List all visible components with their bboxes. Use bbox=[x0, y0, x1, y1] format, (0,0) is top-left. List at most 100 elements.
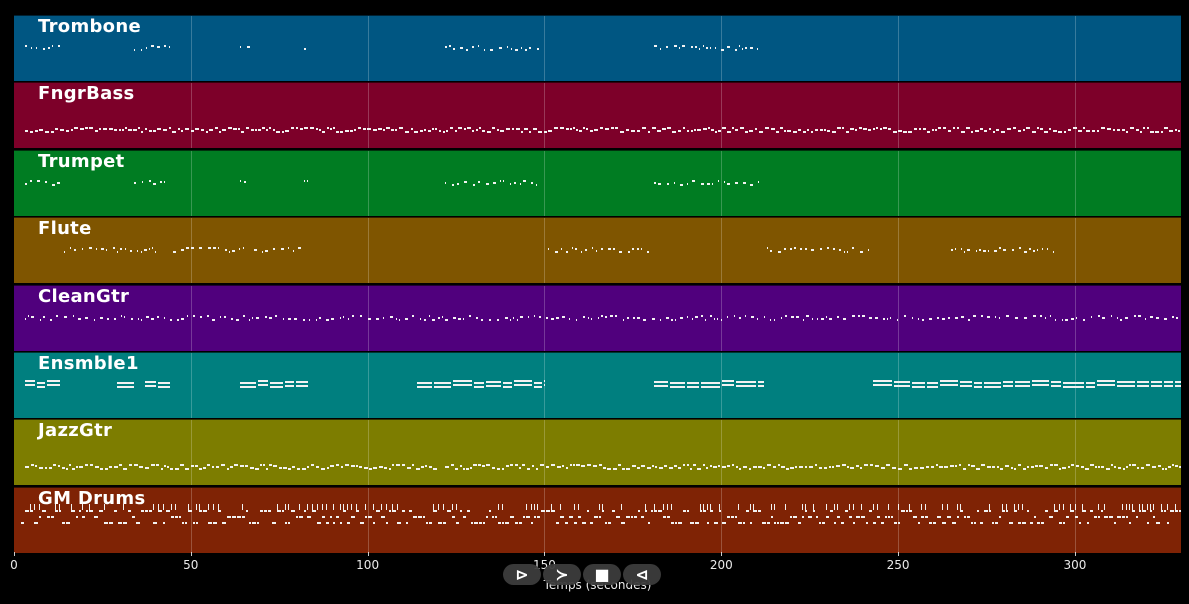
note bbox=[1067, 129, 1071, 132]
note bbox=[1052, 130, 1057, 133]
note bbox=[1101, 466, 1105, 469]
back-button[interactable]: ⊲ bbox=[623, 564, 661, 585]
note bbox=[373, 521, 376, 524]
note bbox=[109, 521, 114, 524]
note bbox=[36, 179, 40, 182]
note bbox=[687, 509, 690, 512]
note bbox=[71, 468, 75, 471]
note bbox=[136, 250, 138, 253]
note bbox=[61, 467, 65, 470]
note bbox=[889, 316, 891, 319]
note bbox=[1022, 503, 1024, 510]
note bbox=[510, 515, 515, 518]
note bbox=[463, 515, 467, 518]
note bbox=[582, 127, 585, 130]
note bbox=[695, 521, 700, 524]
note bbox=[822, 521, 826, 524]
note-layer bbox=[14, 286, 1181, 351]
note bbox=[854, 129, 857, 132]
note bbox=[921, 503, 923, 510]
note bbox=[71, 509, 76, 512]
note bbox=[713, 317, 715, 320]
note bbox=[1126, 515, 1129, 518]
note bbox=[622, 468, 626, 471]
note bbox=[652, 465, 655, 468]
note bbox=[1003, 381, 1014, 383]
note bbox=[116, 251, 118, 254]
note bbox=[726, 315, 728, 318]
note bbox=[758, 381, 764, 383]
note bbox=[1048, 128, 1051, 131]
note bbox=[481, 130, 485, 133]
note bbox=[659, 467, 664, 470]
note bbox=[802, 503, 804, 510]
note bbox=[240, 46, 242, 48]
note bbox=[424, 465, 427, 468]
note bbox=[939, 466, 944, 469]
note bbox=[537, 131, 542, 134]
note bbox=[1151, 385, 1163, 387]
note bbox=[774, 521, 777, 524]
note bbox=[106, 317, 109, 320]
note bbox=[1090, 464, 1095, 467]
note bbox=[610, 127, 614, 130]
note bbox=[252, 521, 257, 524]
note bbox=[619, 131, 624, 134]
note bbox=[180, 130, 183, 133]
note bbox=[849, 128, 854, 131]
note bbox=[987, 466, 992, 469]
note bbox=[665, 316, 669, 319]
note bbox=[758, 509, 762, 512]
note bbox=[503, 386, 513, 388]
note bbox=[1139, 131, 1142, 134]
note bbox=[1039, 128, 1043, 131]
note bbox=[616, 515, 621, 518]
note bbox=[57, 465, 60, 468]
note bbox=[211, 318, 215, 321]
note bbox=[179, 464, 184, 467]
note bbox=[460, 47, 464, 49]
note bbox=[605, 521, 608, 524]
note-layer bbox=[14, 420, 1181, 485]
note-layer bbox=[14, 218, 1181, 283]
note bbox=[718, 465, 721, 468]
note bbox=[467, 509, 471, 512]
play-button[interactable]: ⊳ bbox=[503, 564, 541, 585]
note bbox=[892, 467, 897, 470]
note bbox=[667, 182, 670, 185]
note bbox=[847, 466, 850, 469]
note bbox=[330, 317, 334, 320]
note bbox=[881, 521, 885, 524]
note bbox=[594, 515, 599, 518]
note bbox=[909, 468, 913, 471]
note bbox=[329, 128, 332, 131]
note bbox=[453, 48, 456, 50]
note bbox=[873, 503, 875, 510]
note bbox=[353, 129, 356, 132]
note bbox=[674, 45, 678, 47]
note bbox=[630, 130, 635, 133]
note bbox=[57, 45, 60, 47]
note bbox=[667, 503, 669, 510]
note bbox=[767, 464, 772, 467]
note bbox=[974, 386, 983, 388]
note bbox=[960, 381, 973, 383]
note bbox=[427, 130, 431, 133]
note bbox=[810, 131, 813, 134]
note bbox=[272, 129, 275, 132]
note bbox=[303, 179, 305, 182]
note bbox=[683, 509, 687, 512]
note bbox=[34, 465, 37, 468]
note bbox=[541, 509, 546, 512]
note bbox=[73, 127, 78, 130]
forward-button[interactable]: ≻ bbox=[543, 564, 581, 585]
note bbox=[546, 466, 550, 469]
note bbox=[257, 129, 261, 132]
note bbox=[742, 48, 744, 50]
note bbox=[449, 127, 453, 130]
stop-button[interactable]: ■ bbox=[583, 564, 621, 585]
note bbox=[816, 515, 819, 518]
note bbox=[433, 509, 438, 512]
note bbox=[208, 247, 212, 250]
note bbox=[265, 129, 268, 132]
